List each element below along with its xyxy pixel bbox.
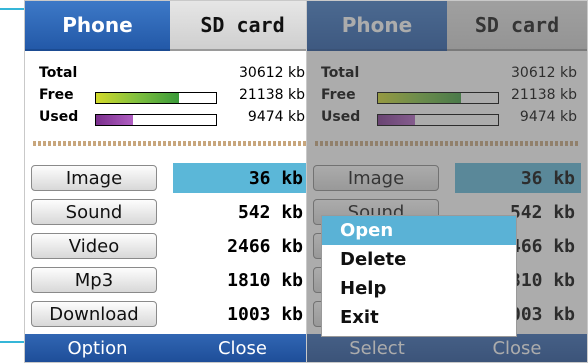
menu-item-help[interactable]: Help — [322, 274, 516, 303]
dotted-divider — [315, 141, 579, 146]
close-softkey[interactable]: Close — [170, 334, 315, 362]
list-item[interactable]: Mp3 1810 kb — [31, 265, 309, 295]
tab-bar: Phone SD card — [25, 1, 315, 51]
sound-size: 542 kb — [237, 201, 303, 223]
used-value: 9474 kb — [519, 109, 577, 125]
stat-used: Used 9474 kb — [321, 109, 577, 131]
stat-free: Free 21138 kb — [39, 87, 305, 109]
used-label: Used — [39, 109, 79, 125]
used-bar — [95, 114, 217, 126]
menu-item-delete[interactable]: Delete — [322, 245, 516, 274]
context-menu: Open Delete Help Exit — [321, 215, 517, 337]
stat-used: Used 9474 kb — [39, 109, 305, 131]
stat-free: Free 21138 kb — [321, 87, 577, 109]
memory-stats: Total 30612 kb Free 21138 kb Used 9474 k… — [39, 63, 305, 133]
menu-item-exit[interactable]: Exit — [322, 303, 516, 332]
memory-stats: Total 30612 kb Free 21138 kb Used 9474 k… — [321, 63, 577, 133]
total-label: Total — [39, 65, 78, 81]
tab-sd-card[interactable]: SD card — [447, 1, 587, 51]
list-item[interactable]: Video 2466 kb — [31, 231, 309, 261]
image-button[interactable]: Image — [31, 165, 157, 191]
list-item[interactable]: Sound 542 kb — [31, 197, 309, 227]
free-label: Free — [39, 87, 74, 103]
free-bar — [377, 92, 499, 104]
list-item[interactable]: Download 1003 kb — [31, 299, 309, 329]
stat-total: Total 30612 kb — [321, 65, 577, 87]
softkey-bar: Select Close — [307, 334, 587, 362]
download-size: 1003 kb — [227, 303, 303, 325]
download-button[interactable]: Download — [31, 301, 157, 327]
close-softkey[interactable]: Close — [447, 334, 587, 362]
total-value: 30612 kb — [511, 65, 577, 81]
list-item[interactable]: Image 36 kb — [31, 163, 309, 193]
free-value: 21138 kb — [239, 87, 305, 103]
tab-phone[interactable]: Phone — [25, 1, 170, 51]
menu-item-open[interactable]: Open — [322, 216, 516, 245]
video-button[interactable]: Video — [31, 233, 157, 259]
mp3-button[interactable]: Mp3 — [31, 267, 157, 293]
free-value: 21138 kb — [511, 87, 577, 103]
list-item[interactable]: Image 36 kb — [313, 163, 581, 193]
tab-phone[interactable]: Phone — [307, 1, 447, 51]
image-size: 36 kb — [455, 163, 581, 193]
stat-total: Total 30612 kb — [39, 65, 305, 87]
left-margin — [0, 0, 24, 363]
dotted-divider — [33, 141, 307, 146]
video-size: 2466 kb — [227, 235, 303, 257]
used-bar — [377, 114, 499, 126]
total-value: 30612 kb — [239, 65, 305, 81]
phone-screen-normal: Phone SD card Total 30612 kb Free 21138 … — [24, 0, 316, 363]
guide-line-bottom — [0, 341, 24, 343]
guide-line-top — [0, 8, 24, 10]
sound-button[interactable]: Sound — [31, 199, 157, 225]
free-label: Free — [321, 87, 356, 103]
phone-screen-menu-open: Phone SD card Total 30612 kb Free 21138 … — [306, 0, 588, 363]
tab-bar: Phone SD card — [307, 1, 587, 51]
total-label: Total — [321, 65, 360, 81]
tab-sd-card[interactable]: SD card — [170, 1, 315, 51]
free-bar-fill — [96, 93, 179, 103]
mp3-size: 1810 kb — [227, 269, 303, 291]
free-bar-fill — [378, 93, 461, 103]
used-value: 9474 kb — [247, 109, 305, 125]
softkey-bar: Option Close — [25, 334, 315, 362]
image-size: 36 kb — [173, 163, 309, 193]
used-bar-fill — [378, 115, 416, 125]
used-bar-fill — [96, 115, 134, 125]
used-label: Used — [321, 109, 361, 125]
image-button[interactable]: Image — [313, 165, 439, 191]
option-softkey[interactable]: Option — [25, 334, 170, 362]
free-bar — [95, 92, 217, 104]
select-softkey[interactable]: Select — [307, 334, 447, 362]
